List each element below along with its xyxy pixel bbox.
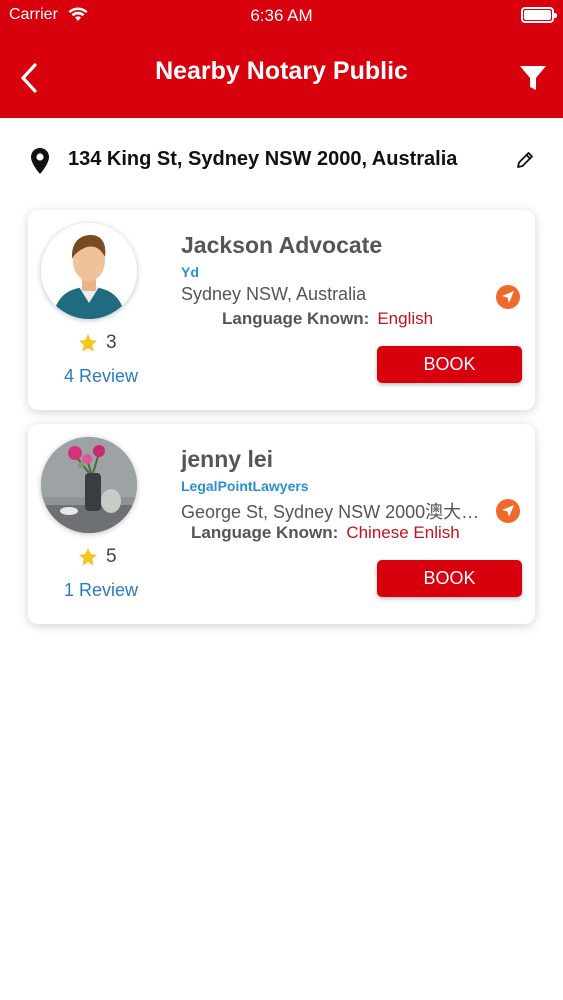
edit-pencil-icon[interactable] — [515, 150, 535, 175]
person-avatar — [41, 223, 137, 319]
language-row: Language Known: Chinese Enlish — [191, 523, 460, 543]
notary-name: jenny lei — [181, 446, 274, 472]
status-bar: Carrier 6:36 AM — [0, 0, 563, 32]
company-name: Yd — [181, 264, 199, 280]
current-address: 134 King St, Sydney NSW 2000, Australia — [68, 148, 458, 170]
page-title: Nearby Notary Public — [155, 57, 408, 85]
star-icon — [79, 334, 97, 352]
rating: 3 — [78, 332, 117, 354]
book-button[interactable]: BOOK — [377, 560, 522, 597]
notary-card[interactable]: 3 4 Review Jackson Advocate Yd Sydney NS… — [28, 210, 535, 410]
language-label: Language Known: — [191, 523, 339, 542]
company-name: LegalPointLawyers — [181, 478, 309, 494]
directions-icon[interactable] — [496, 499, 520, 523]
notary-name: Jackson Advocate — [181, 232, 383, 258]
star-icon — [79, 548, 97, 566]
rating-value: 5 — [106, 546, 117, 567]
notary-card[interactable]: 5 1 Review jenny lei LegalPointLawyers G… — [28, 424, 535, 624]
status-time: 6:36 AM — [250, 6, 313, 25]
notary-address: George St, Sydney NSW 2000澳大利亚 — [181, 502, 486, 522]
location-pin-icon — [30, 147, 50, 180]
language-value: Chinese Enlish — [346, 523, 460, 542]
app-header: Carrier 6:36 AM Nearby Notary Public — [0, 0, 563, 118]
rating: 5 — [78, 546, 117, 568]
language-row: Language Known: English — [222, 309, 433, 329]
current-location-row: 134 King St, Sydney NSW 2000, Australia — [0, 138, 563, 184]
filter-button[interactable] — [515, 60, 551, 96]
flower-vase-photo — [41, 437, 137, 533]
reviews-link[interactable]: 1 Review — [28, 580, 174, 601]
filter-icon — [520, 66, 546, 90]
notary-address: Sydney NSW, Australia — [181, 284, 367, 304]
rating-value: 3 — [106, 332, 117, 353]
directions-icon[interactable] — [496, 285, 520, 309]
language-value: English — [377, 309, 434, 328]
book-button[interactable]: BOOK — [377, 346, 522, 383]
language-label: Language Known: — [222, 309, 370, 328]
battery-icon — [521, 7, 557, 23]
reviews-link[interactable]: 4 Review — [28, 366, 174, 387]
